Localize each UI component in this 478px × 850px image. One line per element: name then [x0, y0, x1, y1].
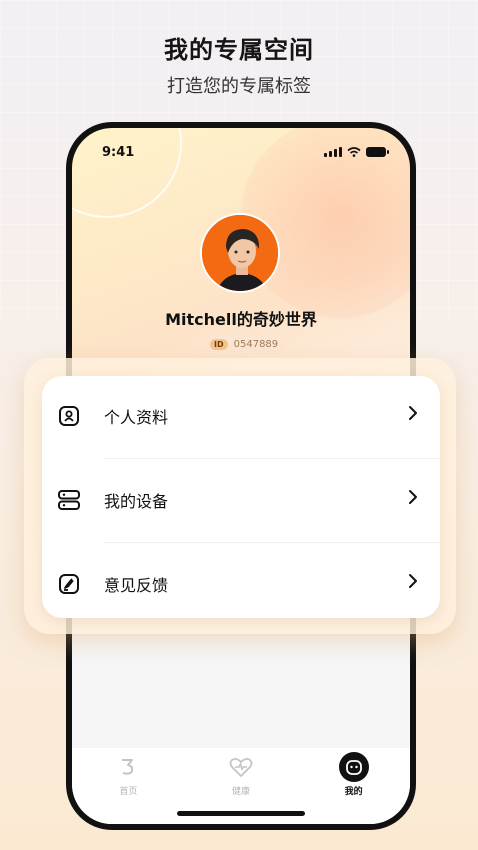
- menu-item-feedback-label: 意见反馈: [104, 576, 169, 595]
- signal-icon: [324, 147, 342, 157]
- promo-headline: 我的专属空间: [164, 36, 314, 64]
- tab-mine[interactable]: 我的: [314, 752, 394, 797]
- tab-health[interactable]: 健康: [201, 752, 281, 797]
- tab-home[interactable]: 首页: [88, 752, 168, 797]
- status-time: 9:41: [102, 144, 135, 160]
- wifi-icon: [347, 147, 361, 157]
- menu-card: 个人资料 我的设备 意见反馈: [42, 376, 440, 618]
- avatar[interactable]: [200, 213, 280, 293]
- menu-divider: [104, 458, 440, 459]
- promo-subheadline: 打造您的专属标签: [167, 76, 311, 97]
- battery-icon: [366, 147, 389, 157]
- tab-mine-label: 我的: [344, 787, 363, 797]
- user-id-badge: ID 0547889: [206, 334, 287, 354]
- menu-item-feedback[interactable]: 意见反馈: [42, 544, 440, 624]
- status-bar: 9:41: [102, 142, 389, 162]
- chevron-right-icon: [408, 489, 418, 509]
- id-tag: ID: [210, 338, 228, 350]
- menu-item-device-label: 我的设备: [104, 492, 169, 511]
- home-icon: [113, 752, 143, 782]
- profile-card-icon: [56, 403, 82, 429]
- menu-divider: [104, 542, 440, 543]
- chevron-right-icon: [408, 573, 418, 593]
- menu-item-device[interactable]: 我的设备: [42, 460, 440, 540]
- home-indicator: [177, 811, 305, 816]
- profile-username: Mitchell的奇妙世界: [165, 310, 317, 329]
- user-id-value: 0547889: [233, 338, 279, 350]
- tab-health-label: 健康: [231, 787, 250, 797]
- device-icon: [56, 487, 82, 513]
- heart-pulse-icon: [226, 752, 256, 782]
- menu-item-profile[interactable]: 个人资料: [42, 376, 440, 456]
- tab-home-label: 首页: [119, 787, 138, 797]
- feedback-icon: [56, 571, 82, 597]
- chevron-right-icon: [408, 405, 418, 425]
- mine-face-icon: [338, 752, 369, 782]
- menu-item-profile-label: 个人资料: [104, 408, 169, 427]
- status-icons: [324, 147, 389, 157]
